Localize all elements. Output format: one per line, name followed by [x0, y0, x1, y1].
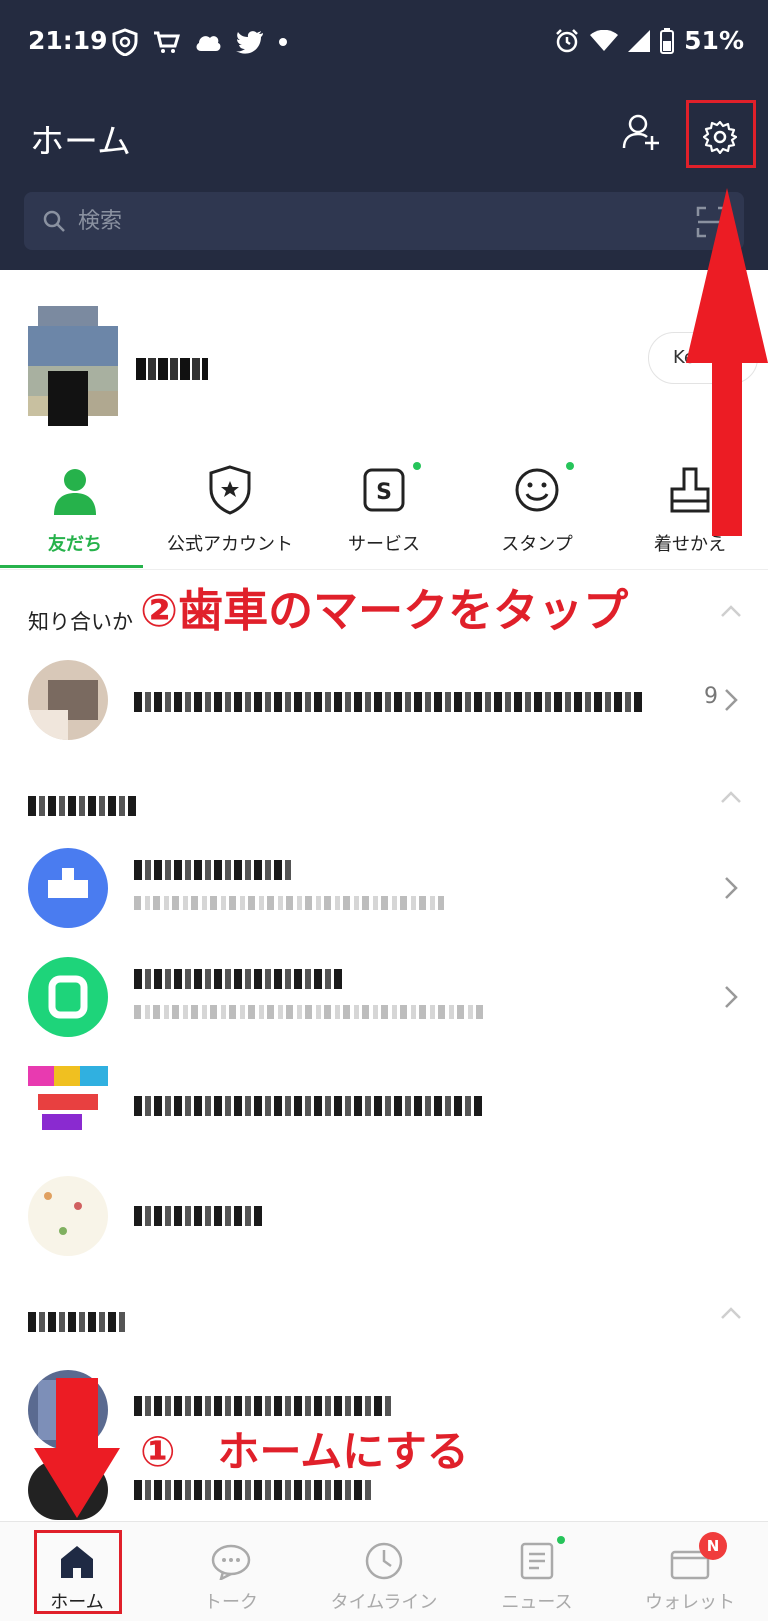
- friends-icon: [54, 469, 96, 515]
- vpn-shield-icon: [112, 28, 138, 56]
- new-dot: [413, 462, 421, 470]
- collapse-caret-icon[interactable]: [720, 604, 742, 618]
- chat-icon: [211, 1544, 251, 1580]
- item-count: 9: [704, 684, 718, 709]
- search-bar[interactable]: [24, 192, 744, 250]
- annotation-step1: ① ホームにする: [140, 1427, 469, 1476]
- redacted-text: [134, 1206, 264, 1226]
- wifi-icon: [590, 29, 619, 51]
- search-icon: [43, 210, 65, 232]
- annotation-step2: ②歯車のマークをタップ: [140, 584, 629, 637]
- active-tab-indicator: [0, 565, 143, 568]
- redacted-text: [134, 692, 644, 712]
- system-icons: 51%: [554, 26, 744, 55]
- avatar: [28, 957, 108, 1037]
- cloud-icon: [196, 36, 221, 51]
- avatar: [28, 660, 108, 740]
- redacted-text: [28, 1312, 128, 1332]
- status-bar: 21:19 51%: [0, 0, 768, 86]
- cart-icon: [154, 31, 180, 53]
- add-friend-button[interactable]: [622, 112, 670, 160]
- service-icon: S: [363, 468, 405, 512]
- tab-official-account[interactable]: 公式アカウント: [155, 460, 305, 556]
- profile-name-redacted: [136, 358, 208, 380]
- add-friend-icon: [622, 114, 659, 150]
- avatar: [28, 1176, 108, 1256]
- annotation-arrow-up-icon: [686, 188, 768, 536]
- new-dot: [566, 462, 574, 470]
- sticker-icon: [515, 468, 559, 512]
- section-title-friends: [0, 1308, 768, 1338]
- search-input[interactable]: [78, 192, 678, 250]
- list-item[interactable]: [0, 838, 768, 938]
- collapse-caret-icon[interactable]: [720, 1306, 742, 1320]
- signal-icon: [628, 29, 651, 52]
- wallet-badge: N: [699, 1532, 727, 1560]
- redacted-text: [134, 1396, 394, 1416]
- avatar[interactable]: [28, 306, 118, 426]
- timeline-icon: [365, 1542, 403, 1580]
- alarm-icon: [556, 28, 579, 52]
- battery-icon: [660, 27, 675, 54]
- chevron-right-icon: [725, 689, 738, 711]
- redacted-text: [134, 969, 344, 989]
- tab-service[interactable]: S サービス: [309, 460, 459, 556]
- list-item[interactable]: [0, 1056, 768, 1156]
- svg-text:S: S: [376, 480, 392, 505]
- avatar: [28, 848, 108, 928]
- battery-percent: 51%: [684, 26, 744, 55]
- news-icon: [520, 1542, 554, 1580]
- list-item[interactable]: [0, 1166, 768, 1266]
- redacted-text: [134, 1096, 484, 1116]
- tab-friends[interactable]: 友だち: [0, 460, 150, 556]
- nav-news[interactable]: ニュース: [462, 1522, 612, 1621]
- redacted-text: [134, 860, 294, 880]
- twitter-icon: [236, 31, 263, 54]
- list-item[interactable]: [0, 947, 768, 1047]
- annotation-box-settings: [686, 100, 756, 168]
- new-dot: [557, 1536, 565, 1544]
- redacted-text: [134, 896, 444, 910]
- chevron-right-icon: [725, 877, 738, 899]
- avatar: [28, 1066, 108, 1146]
- notification-icons: [112, 28, 288, 56]
- tab-sticker[interactable]: スタンプ: [462, 460, 612, 556]
- list-item[interactable]: 9: [0, 650, 768, 750]
- page-title: ホーム: [30, 122, 131, 162]
- dot-icon: [279, 38, 287, 46]
- status-time: 21:19: [28, 26, 108, 55]
- redacted-text: [134, 1480, 374, 1500]
- section-title-acquaintance: 知り合いか: [28, 610, 133, 634]
- category-tabs: 友だち 公式アカウント S サービス スタンプ 着せかえ: [0, 450, 768, 570]
- nav-talk[interactable]: トーク: [156, 1522, 306, 1621]
- collapse-caret-icon[interactable]: [720, 790, 742, 804]
- annotation-arrow-down-icon: [34, 1378, 120, 1518]
- redacted-text: [28, 796, 138, 816]
- redacted-text: [134, 1005, 484, 1019]
- chevron-right-icon: [725, 986, 738, 1008]
- nav-wallet[interactable]: N ウォレット: [615, 1522, 765, 1621]
- my-profile[interactable]: Ke: [0, 270, 768, 440]
- annotation-box-home: [34, 1530, 122, 1614]
- official-account-icon: [209, 465, 251, 515]
- app-header: ホーム: [0, 86, 768, 270]
- section-title-groups: [0, 790, 768, 820]
- nav-timeline[interactable]: タイムライン: [309, 1522, 459, 1621]
